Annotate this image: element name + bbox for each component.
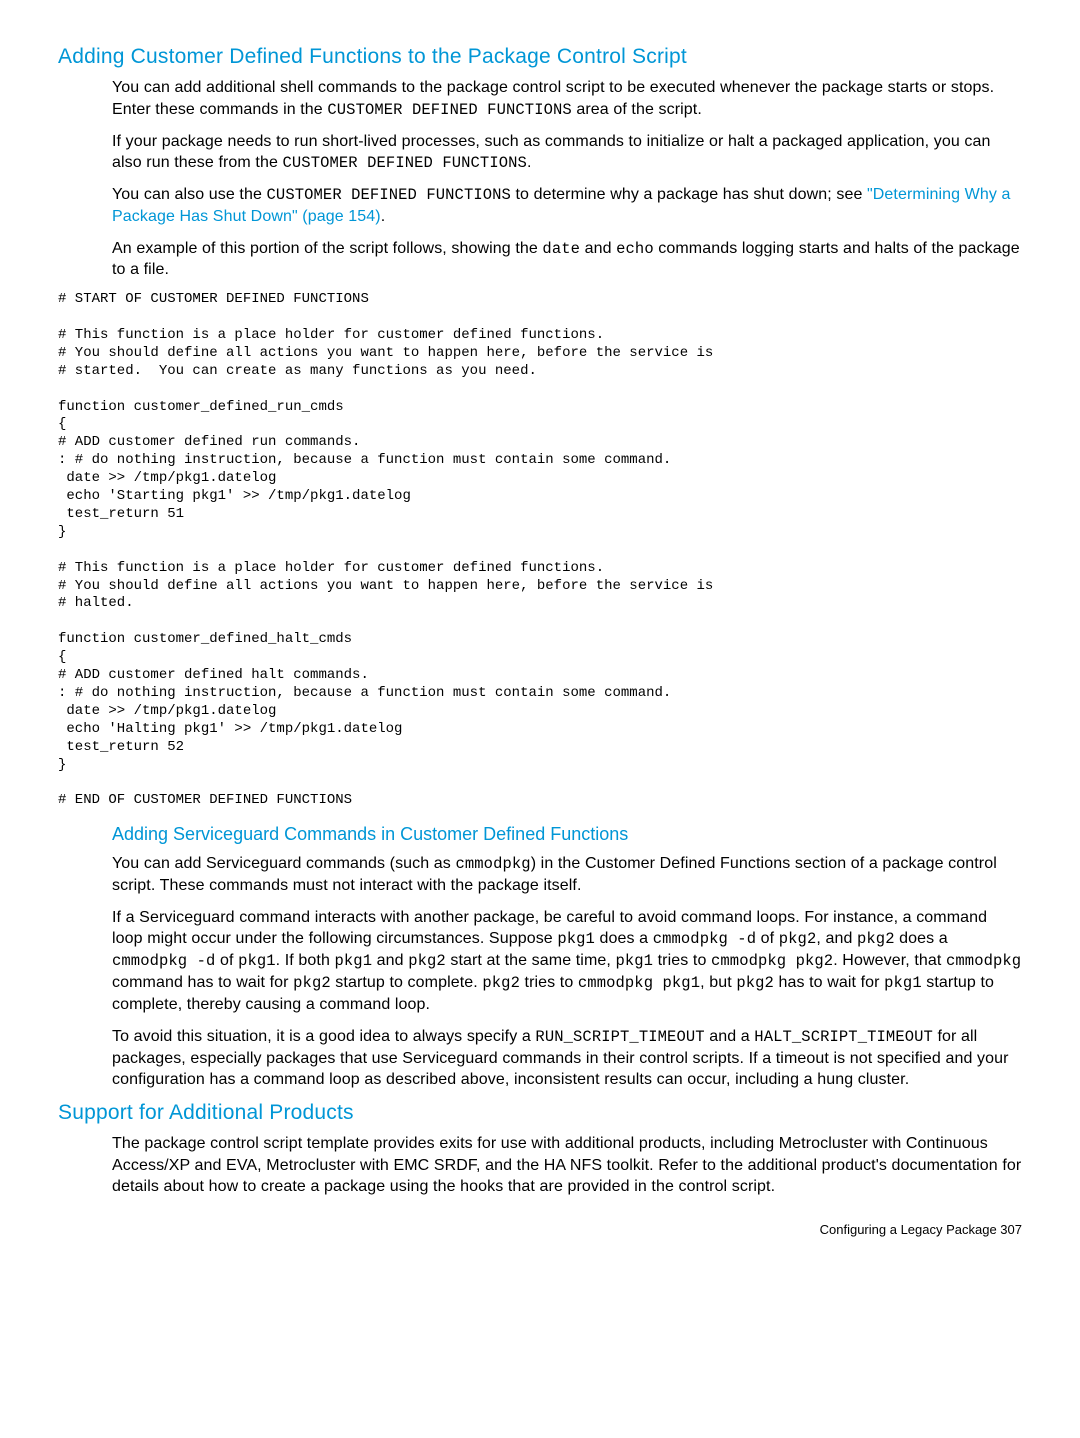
text: does a <box>895 930 948 947</box>
inline-code: pkg2 <box>736 974 774 992</box>
text: startup to complete. <box>331 974 483 991</box>
text: does a <box>595 930 653 947</box>
inline-code: cmmodpkg -d <box>653 930 756 948</box>
paragraph: You can add additional shell commands to… <box>112 77 1022 121</box>
text: tries to <box>520 974 578 991</box>
inline-code: CUSTOMER DEFINED FUNCTIONS <box>327 101 571 119</box>
inline-code: pkg2 <box>293 974 331 992</box>
inline-code: pkg2 <box>408 952 446 970</box>
section-heading-additional-products: Support for Additional Products <box>58 1101 1022 1125</box>
text: command has to wait for <box>112 974 293 991</box>
inline-code: cmmodpkg <box>946 952 1021 970</box>
inline-code: pkg2 <box>779 930 817 948</box>
text: to determine why a package has shut down… <box>511 186 867 203</box>
text: and a <box>705 1028 755 1045</box>
inline-code: date <box>542 240 580 258</box>
text: of <box>756 930 779 947</box>
inline-code: cmmodpkg pkg1 <box>578 974 700 992</box>
inline-code: pkg1 <box>615 952 653 970</box>
text: You can also use the <box>112 186 267 203</box>
section-heading-customer-defined-functions: Adding Customer Defined Functions to the… <box>58 45 1022 69</box>
paragraph: You can add Serviceguard commands (such … <box>112 853 1022 897</box>
text: . If both <box>276 952 335 969</box>
code-block: # START OF CUSTOMER DEFINED FUNCTIONS # … <box>58 291 1022 810</box>
text: tries to <box>653 952 711 969</box>
inline-code: pkg1 <box>557 930 595 948</box>
paragraph: You can also use the CUSTOMER DEFINED FU… <box>112 184 1022 228</box>
paragraph: An example of this portion of the script… <box>112 238 1022 282</box>
text: of <box>215 952 238 969</box>
text: , and <box>816 930 857 947</box>
section-heading-serviceguard-commands: Adding Serviceguard Commands in Customer… <box>112 824 1022 845</box>
paragraph: The package control script template prov… <box>112 1133 1022 1198</box>
inline-code: pkg2 <box>857 930 895 948</box>
inline-code: cmmodpkg pkg2 <box>711 952 833 970</box>
paragraph: If your package needs to run short-lived… <box>112 131 1022 175</box>
inline-code: pkg1 <box>334 952 372 970</box>
text: start at the same time, <box>446 952 616 969</box>
inline-code: cmmodpkg <box>455 855 530 873</box>
text: has to wait for <box>774 974 884 991</box>
paragraph: To avoid this situation, it is a good id… <box>112 1026 1022 1091</box>
paragraph: If a Serviceguard command interacts with… <box>112 907 1022 1016</box>
text: If your package needs to run short-lived… <box>112 133 990 172</box>
text: . <box>381 208 386 225</box>
inline-code: RUN_SCRIPT_TIMEOUT <box>535 1028 704 1046</box>
text: and <box>372 952 408 969</box>
text: An example of this portion of the script… <box>112 240 542 257</box>
text: , but <box>700 974 736 991</box>
inline-code: pkg1 <box>884 974 922 992</box>
inline-code: pkg2 <box>482 974 520 992</box>
text: You can add Serviceguard commands (such … <box>112 855 455 872</box>
text: . <box>527 154 532 171</box>
text: To avoid this situation, it is a good id… <box>112 1028 535 1045</box>
text: and <box>580 240 616 257</box>
inline-code: echo <box>616 240 654 258</box>
inline-code: cmmodpkg -d <box>112 952 215 970</box>
text: . However, that <box>833 952 946 969</box>
inline-code: pkg1 <box>238 952 276 970</box>
text: area of the script. <box>572 101 702 118</box>
inline-code: CUSTOMER DEFINED FUNCTIONS <box>267 186 511 204</box>
inline-code: CUSTOMER DEFINED FUNCTIONS <box>283 154 527 172</box>
page-footer: Configuring a Legacy Package 307 <box>58 1222 1022 1237</box>
inline-code: HALT_SCRIPT_TIMEOUT <box>754 1028 933 1046</box>
